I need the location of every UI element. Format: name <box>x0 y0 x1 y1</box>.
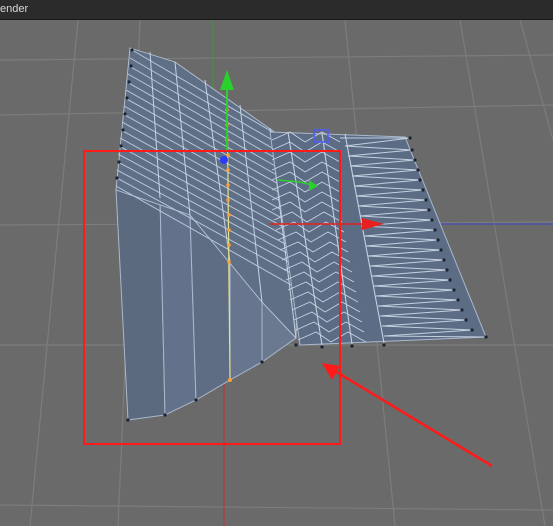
window-title-bar: ender <box>0 0 553 20</box>
3d-viewport[interactable] <box>0 20 553 526</box>
window-title: ender <box>0 3 29 15</box>
